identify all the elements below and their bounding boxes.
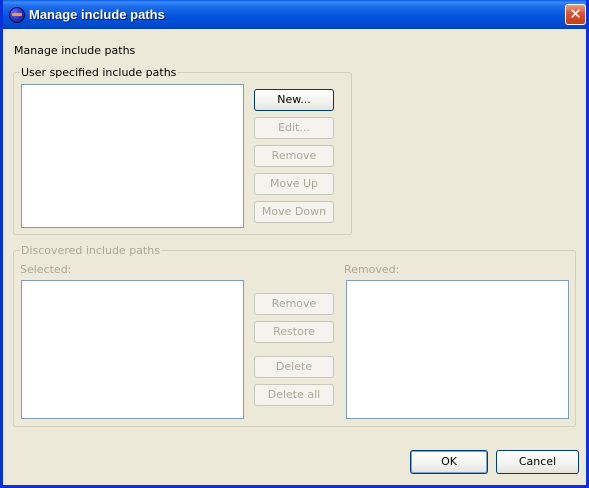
selected-label: Selected: xyxy=(20,263,72,276)
user-paths-legend: User specified include paths xyxy=(20,66,178,79)
removed-paths-list[interactable] xyxy=(346,280,569,419)
new-button[interactable]: New... xyxy=(254,89,334,111)
removed-label: Removed: xyxy=(344,263,400,276)
edit-button[interactable]: Edit... xyxy=(254,117,334,139)
cancel-button[interactable]: Cancel xyxy=(496,450,579,474)
selected-paths-list[interactable] xyxy=(21,280,244,419)
remove-discovered-button[interactable]: Remove xyxy=(254,293,334,315)
user-paths-list[interactable] xyxy=(21,84,244,228)
intro-label: Manage include paths xyxy=(14,44,136,57)
ok-button[interactable]: OK xyxy=(410,450,488,474)
delete-button[interactable]: Delete xyxy=(254,356,334,378)
move-down-button[interactable]: Move Down xyxy=(254,201,334,223)
eclipse-icon xyxy=(9,7,25,23)
title-bar[interactable]: Manage include paths ✕ xyxy=(3,0,586,29)
close-button[interactable]: ✕ xyxy=(565,4,586,25)
remove-user-path-button[interactable]: Remove xyxy=(254,145,334,167)
restore-button[interactable]: Restore xyxy=(254,321,334,343)
delete-all-button[interactable]: Delete all xyxy=(254,384,334,406)
dialog-window: Manage include paths ✕ Manage include pa… xyxy=(0,0,589,488)
window-title: Manage include paths xyxy=(29,7,165,22)
discovered-paths-legend: Discovered include paths xyxy=(20,244,161,257)
move-up-button[interactable]: Move Up xyxy=(254,173,334,195)
